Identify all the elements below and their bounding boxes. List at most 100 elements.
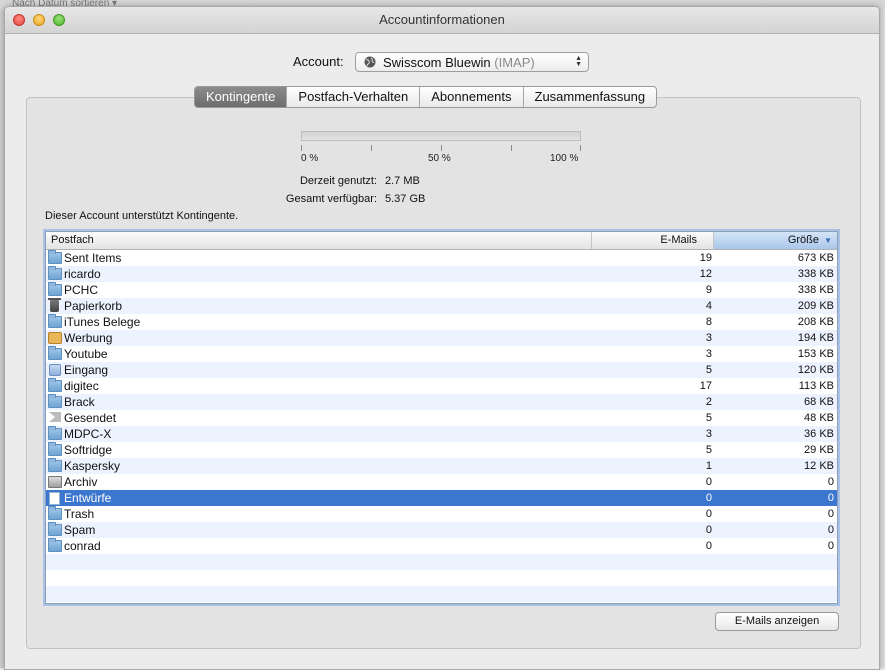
table-header: Postfach E-Mails Größe ▼ <box>46 232 837 250</box>
mail-count: 19 <box>699 252 712 264</box>
folder-icon <box>48 346 62 360</box>
show-mails-button[interactable]: E-Mails anzeigen <box>715 612 839 631</box>
table-row[interactable]: ricardo 12 338 KB <box>46 266 837 282</box>
mailbox-name: Entwürfe <box>64 491 112 505</box>
mailbox-size: 338 KB <box>797 268 834 280</box>
title-bar[interactable]: Accountinformationen <box>5 7 879 34</box>
table-row[interactable]: Sent Items 19 673 KB <box>46 250 837 266</box>
mail-count: 0 <box>705 492 712 504</box>
table-row[interactable]: Werbung 3 194 KB <box>46 330 837 346</box>
folder-icon <box>48 314 62 328</box>
mail-count: 0 <box>705 508 712 520</box>
mailbox-name: Papierkorb <box>64 299 123 313</box>
total-label: Gesamt verfügbar: <box>285 193 377 205</box>
folder-icon <box>48 458 62 472</box>
table-row[interactable]: MDPC-X 3 36 KB <box>46 426 837 442</box>
column-header-mailbox[interactable]: Postfach <box>46 232 592 249</box>
mail-count: 3 <box>705 348 712 360</box>
empty-row <box>46 554 837 570</box>
table-row[interactable]: digitec 17 113 KB <box>46 378 837 394</box>
tab-bar: Kontingente Postfach-Verhalten Abonnements… <box>194 86 658 108</box>
tab-postfach-verhalten[interactable]: Postfach-Verhalten <box>286 87 419 107</box>
table-row[interactable]: Papierkorb 4 209 KB <box>46 298 837 314</box>
quota-meter-ticks <box>301 145 581 151</box>
mail-count: 0 <box>705 476 712 488</box>
tick-25 <box>371 145 372 151</box>
mailbox-name: Youtube <box>64 347 108 361</box>
quota-meter <box>301 129 581 143</box>
mailbox-size: 208 KB <box>797 316 834 328</box>
mailbox-size: 0 <box>827 492 834 504</box>
tick-0 <box>301 145 302 151</box>
account-label: Account: <box>293 54 344 69</box>
table-row[interactable]: Brack 2 68 KB <box>46 394 837 410</box>
mailbox-size: 209 KB <box>797 300 834 312</box>
table-row[interactable]: Trash 0 0 <box>46 506 837 522</box>
table-row[interactable]: PCHC 9 338 KB <box>46 282 837 298</box>
column-header-size[interactable]: Größe ▼ <box>714 232 837 249</box>
account-name: Swisscom Bluewin <box>383 55 491 70</box>
mailbox-size: 36 KB <box>804 428 834 440</box>
tick-75 <box>511 145 512 151</box>
meter-label-100: 100 % <box>550 153 579 164</box>
archive-icon <box>48 476 62 488</box>
mailbox-name: Brack <box>64 395 95 409</box>
table-row[interactable]: iTunes Belege 8 208 KB <box>46 314 837 330</box>
mailbox-size: 29 KB <box>804 444 834 456</box>
mailbox-name: Werbung <box>64 331 113 345</box>
tick-100 <box>580 145 581 151</box>
account-popup[interactable]: Swisscom Bluewin (IMAP) ▲ ▼ <box>355 52 589 72</box>
column-header-count[interactable]: E-Mails <box>592 232 714 249</box>
mailbox-name: Archiv <box>64 475 98 489</box>
mailbox-size: 0 <box>827 476 834 488</box>
mailbox-name: ricardo <box>64 267 101 281</box>
folder-icon <box>48 442 62 456</box>
table-row[interactable]: Gesendet 5 48 KB <box>46 410 837 426</box>
table-row[interactable]: Entwürfe 0 0 <box>46 490 837 506</box>
quota-meter-track <box>301 131 581 141</box>
mailbox-name: Eingang <box>64 363 109 377</box>
table-row[interactable]: Youtube 3 153 KB <box>46 346 837 362</box>
folder-icon <box>48 394 62 408</box>
mail-count: 0 <box>705 540 712 552</box>
mail-count: 8 <box>705 316 712 328</box>
mailbox-table[interactable]: Postfach E-Mails Größe ▼ Sent Items 19 673… <box>45 231 838 604</box>
mail-count: 9 <box>705 284 712 296</box>
window-title: Accountinformationen <box>379 12 505 27</box>
mailbox-name: conrad <box>64 539 101 553</box>
sent-icon <box>49 412 61 422</box>
empty-row <box>46 570 837 586</box>
tab-zusammenfassung[interactable]: Zusammenfassung <box>522 87 657 107</box>
folder-icon <box>48 426 62 440</box>
mailbox-size: 194 KB <box>797 332 834 344</box>
mail-count: 5 <box>705 412 712 424</box>
table-row[interactable]: Archiv 0 0 <box>46 474 837 490</box>
tab-kontingente[interactable]: Kontingente <box>195 87 287 107</box>
mailbox-size: 0 <box>827 524 834 536</box>
table-row[interactable]: Eingang 5 120 KB <box>46 362 837 378</box>
trash-icon <box>48 298 61 312</box>
mailbox-name: iTunes Belege <box>64 315 141 329</box>
mailbox-size: 338 KB <box>797 284 834 296</box>
table-row[interactable]: Softridge 5 29 KB <box>46 442 837 458</box>
mail-count: 2 <box>705 396 712 408</box>
mailbox-size: 673 KB <box>797 252 834 264</box>
table-row[interactable]: Spam 0 0 <box>46 522 837 538</box>
mailbox-name: Kaspersky <box>64 459 121 473</box>
column-header-size-label: Größe <box>787 234 819 246</box>
folder-icon <box>48 506 62 520</box>
mail-count: 4 <box>705 300 712 312</box>
table-body: Sent Items 19 673 KB ricardo 12 338 KB PCHC 9 33… <box>46 250 837 602</box>
table-row[interactable]: Kaspersky 1 12 KB <box>46 458 837 474</box>
draft-icon <box>49 492 60 505</box>
folder-icon <box>48 250 62 264</box>
inbox-icon <box>49 364 61 376</box>
mailbox-size: 68 KB <box>804 396 834 408</box>
mailbox-name: digitec <box>64 379 99 393</box>
used-label: Derzeit genutzt: <box>299 175 377 187</box>
table-row[interactable]: conrad 0 0 <box>46 538 837 554</box>
mail-count: 12 <box>699 268 712 280</box>
mail-count: 5 <box>705 364 712 376</box>
tab-abonnements[interactable]: Abonnements <box>419 87 522 107</box>
mailbox-name: Trash <box>64 507 95 521</box>
